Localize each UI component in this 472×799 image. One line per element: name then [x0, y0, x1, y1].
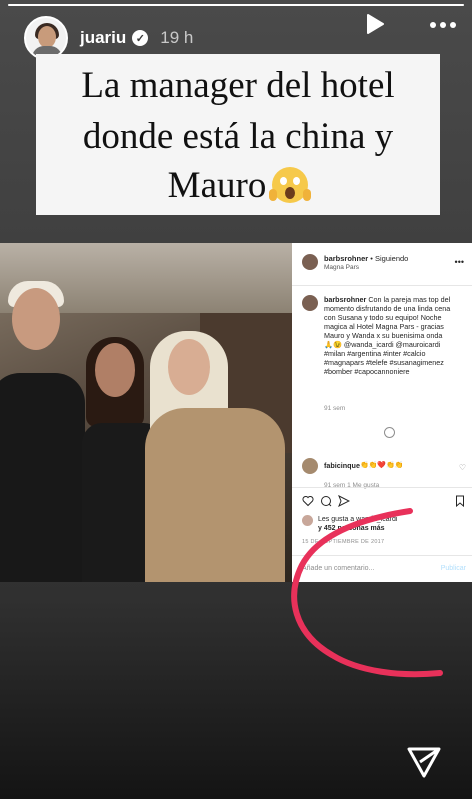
verified-badge-icon: ✓	[132, 30, 149, 46]
caption-time: 91 sem	[324, 405, 346, 412]
comment-avatar	[302, 458, 318, 474]
instagram-post-screenshot: barbsrohner • Siguiendo Magna Pars ••• b…	[0, 243, 472, 678]
face-screaming-in-fear-icon	[269, 167, 312, 203]
post-location: Magna Pars	[324, 264, 360, 271]
story-progress-bar	[8, 4, 464, 6]
caption-line-3: Mauro	[36, 167, 440, 204]
red-annotation-circle	[291, 508, 443, 678]
username[interactable]: juariu	[80, 28, 126, 48]
post-user: barbsrohner • Siguiendo	[324, 254, 409, 263]
post-more-icon: •••	[454, 257, 464, 267]
post-photo	[0, 243, 292, 582]
send-icon[interactable]	[406, 745, 442, 779]
caption-line-3-text: Mauro	[167, 165, 267, 206]
comment-user: fabicinque	[324, 461, 360, 470]
story-caption-box: La manager del hotel donde está la china…	[36, 54, 440, 215]
post-user-avatar	[302, 254, 318, 270]
comment-text: 👏👏❤️👏👏	[360, 462, 404, 469]
caption-line-2: donde está la china y	[82, 116, 394, 157]
caption-avatar	[302, 295, 318, 311]
play-icon[interactable]	[364, 13, 386, 35]
story-time: 19 h	[160, 28, 194, 47]
more-dots-icon[interactable]	[430, 22, 456, 28]
post-caption-text: barbsrohner Con la pareja mas top del mo…	[324, 295, 451, 376]
load-comments-icon	[384, 427, 395, 438]
caption-line-1: La manager del hotel	[81, 65, 395, 106]
bookmark-icon	[456, 495, 464, 507]
post-header: barbsrohner • Siguiendo Magna Pars •••	[302, 253, 472, 277]
comment-heart-icon: ♡	[458, 463, 466, 472]
story-progress-fill	[8, 4, 464, 6]
